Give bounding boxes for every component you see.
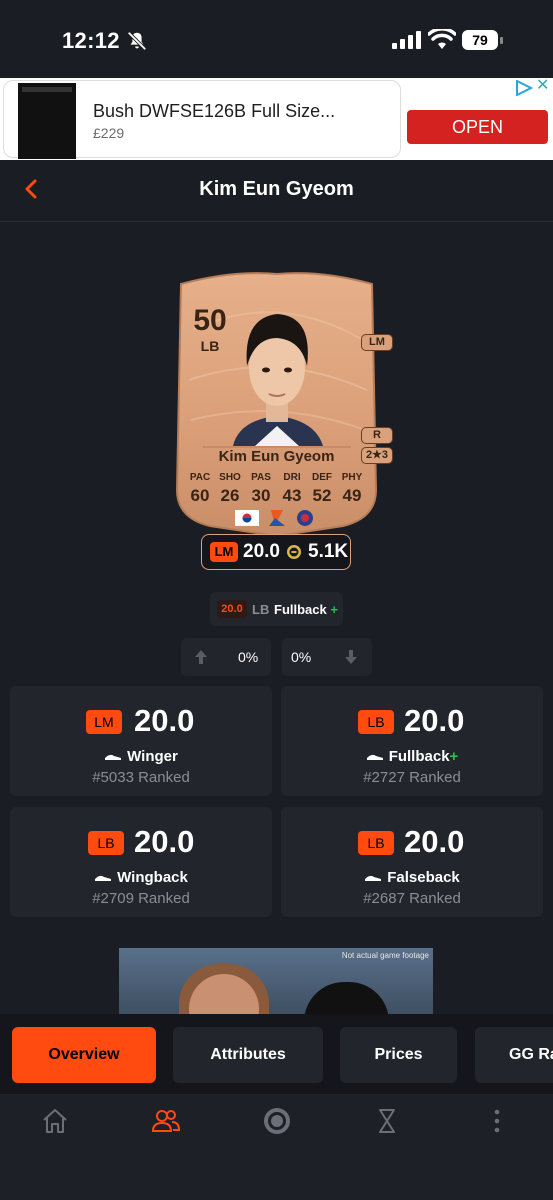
- signal-icon: [392, 31, 421, 49]
- role-card-position: LB: [358, 831, 394, 855]
- role-card-rating: 20.0: [404, 824, 465, 859]
- trend-up-value: 0%: [238, 649, 259, 665]
- ad-open-button[interactable]: OPEN: [407, 110, 548, 144]
- stat-value: 60: [190, 486, 210, 505]
- stat-label: PAS: [251, 472, 271, 483]
- role-card-role: Wingback: [10, 869, 272, 886]
- role-card-position: LM: [86, 710, 122, 734]
- tab-attributes[interactable]: Attributes: [173, 1027, 323, 1083]
- stat-label: SHO: [219, 472, 241, 483]
- role-chip-score: 20.0: [217, 600, 247, 618]
- role-card-rating: 20.0: [404, 703, 465, 738]
- role-card-role-label: Wingback: [117, 869, 188, 886]
- card-position: LB: [200, 338, 220, 354]
- role-chip-position: LB: [252, 602, 270, 617]
- role-card-fullback[interactable]: LB 20.0 Fullback+ #2727 Ranked: [281, 686, 543, 796]
- flag-korea-icon: [235, 510, 259, 526]
- promo-disclaimer: Not actual game footage: [341, 951, 429, 960]
- role-card-position: LB: [88, 831, 124, 855]
- role-card-rank: #2727 Ranked: [363, 769, 461, 786]
- promo-figure-right: [304, 982, 389, 1018]
- role-chip[interactable]: 20.0 LB Fullback +: [210, 592, 343, 626]
- ad-product-image[interactable]: [18, 83, 76, 159]
- plus-badge: +: [449, 748, 459, 765]
- role-card-rating: 20.0: [134, 703, 195, 738]
- role-card-role-label: Falseback: [387, 869, 460, 886]
- tab-gg-rating[interactable]: GG Ra: [475, 1027, 553, 1083]
- battery-level: 79: [462, 30, 498, 50]
- arrow-down-icon: [345, 650, 357, 664]
- boot-icon: [95, 875, 112, 882]
- tab-overview[interactable]: Overview: [12, 1027, 156, 1083]
- role-card-role: Fullback+: [281, 748, 543, 765]
- wifi-icon: [428, 29, 456, 49]
- promo-image[interactable]: Not actual game footage: [119, 948, 433, 1018]
- players-icon[interactable]: [151, 1106, 181, 1136]
- role-card-winger[interactable]: LM 20.0 Winger #5033 Ranked: [10, 686, 272, 796]
- evolutions-icon[interactable]: [372, 1106, 402, 1136]
- ad-choices-icon[interactable]: [515, 80, 533, 96]
- role-chip-role: Fullback +: [274, 602, 338, 617]
- price-pill-rating: 20.0: [243, 541, 280, 562]
- role-card-role-label: Winger: [127, 748, 178, 765]
- role-card-role: Winger: [10, 748, 272, 765]
- price-pill-position: LM: [210, 542, 238, 562]
- arrow-up-icon: [195, 650, 207, 664]
- role-card-falseback[interactable]: LB 20.0 Falseback #2687 Ranked: [281, 807, 543, 917]
- plus-badge: +: [330, 602, 338, 617]
- role-card-rank: #2709 Ranked: [92, 890, 190, 907]
- ad-price: £229: [93, 125, 125, 141]
- status-time: 12:12: [62, 28, 120, 53]
- club-badge-icon: [297, 510, 313, 526]
- tab-prices[interactable]: Prices: [340, 1027, 457, 1083]
- preferred-foot-tag: R: [361, 427, 393, 444]
- trend-down-value: 0%: [291, 649, 312, 665]
- stat-label: PHY: [341, 472, 363, 483]
- price-trend-down: 0%: [282, 638, 372, 676]
- bottom-nav: [0, 1094, 553, 1200]
- section-tabs: Overview Attributes Prices GG Ra: [0, 1014, 553, 1094]
- page-title: Kim Eun Gyeom: [199, 178, 354, 200]
- stat-value: 49: [342, 486, 362, 505]
- price-pill[interactable]: LM 20.0 5.1K: [201, 534, 351, 570]
- role-card-role: Falseback: [281, 869, 543, 886]
- boot-icon: [366, 754, 383, 761]
- coin-icon: [287, 545, 301, 559]
- alt-position-tag: LM: [361, 334, 393, 351]
- futgg-logo-icon[interactable]: [262, 1106, 292, 1136]
- ad-close-icon[interactable]: ✕: [536, 78, 549, 94]
- bell-muted-icon: [127, 31, 147, 51]
- home-icon[interactable]: [40, 1106, 70, 1136]
- page-header: Kim Eun Gyeom: [0, 160, 553, 222]
- stat-value: 52: [312, 486, 332, 505]
- role-chip-role-label: Fullback: [274, 602, 327, 617]
- role-card-rank: #2687 Ranked: [363, 890, 461, 907]
- status-bar: 12:12 79: [0, 0, 553, 78]
- stat-value: 30: [251, 486, 271, 505]
- stat-label: DRI: [283, 472, 301, 483]
- role-card-position: LB: [358, 710, 394, 734]
- role-card-rank: #5033 Ranked: [92, 769, 190, 786]
- stat-value: 43: [282, 486, 302, 505]
- more-icon[interactable]: [482, 1106, 512, 1136]
- price-pill-price: 5.1K: [308, 541, 349, 562]
- card-player-name: Kim Eun Gyeom: [218, 448, 335, 465]
- ad-title[interactable]: Bush DWFSE126B Full Size...: [93, 101, 335, 122]
- stat-label: PAC: [189, 472, 211, 483]
- role-card-rating: 20.0: [134, 824, 195, 859]
- boot-icon: [365, 875, 382, 882]
- role-card-wingback[interactable]: LB 20.0 Wingback #2709 Ranked: [10, 807, 272, 917]
- role-card-role-label: Fullback: [388, 748, 450, 765]
- battery-icon: 79: [462, 30, 504, 50]
- price-trend-up: 0%: [181, 638, 271, 676]
- stat-value: 26: [220, 486, 240, 505]
- stat-label: DEF: [312, 472, 332, 483]
- ad-card[interactable]: Bush DWFSE126B Full Size... £229: [3, 80, 401, 159]
- promo-figure-left: [179, 964, 269, 1018]
- card-rating: 50: [193, 304, 227, 337]
- boot-icon: [105, 754, 122, 761]
